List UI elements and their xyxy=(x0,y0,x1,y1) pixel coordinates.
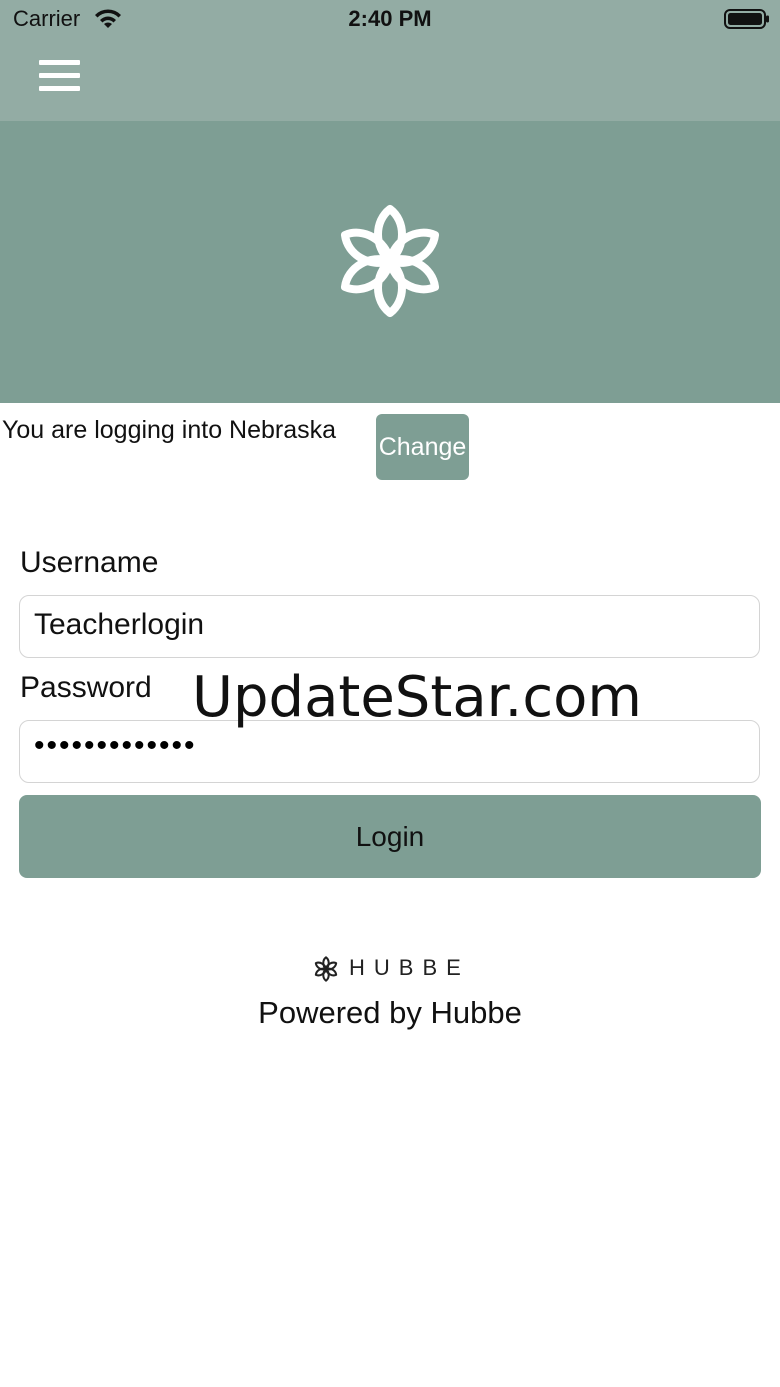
change-state-button[interactable]: Change xyxy=(376,414,469,480)
watermark-text: UpdateStar.com xyxy=(192,665,642,730)
powered-by-text: Powered by Hubbe xyxy=(258,995,522,1030)
login-button[interactable]: Login xyxy=(19,795,761,878)
state-selector-text: You are logging into Nebraska xyxy=(2,416,337,444)
status-time: 2:40 PM xyxy=(348,6,432,31)
password-label: Password xyxy=(20,671,152,704)
state-selector-row: You are logging into Nebraska Change xyxy=(0,414,780,484)
hubbe-small-logo-icon xyxy=(314,956,338,982)
hero-banner xyxy=(0,121,780,403)
username-field[interactable]: Teacherlogin xyxy=(19,595,760,658)
hubbe-wordmark: HUBBE xyxy=(349,955,470,980)
brand-row: HUBBE xyxy=(0,953,780,985)
username-value: Teacherlogin xyxy=(34,608,205,641)
battery-icon xyxy=(724,9,769,29)
hamburger-menu-icon[interactable] xyxy=(39,60,80,92)
password-masked-value: ••••••••••••• xyxy=(34,729,197,762)
top-nav-bar xyxy=(0,40,780,121)
hubbe-flower-logo-icon xyxy=(340,205,440,317)
username-label: Username xyxy=(20,546,159,579)
status-bar: Carrier 2:40 PM xyxy=(0,0,780,40)
